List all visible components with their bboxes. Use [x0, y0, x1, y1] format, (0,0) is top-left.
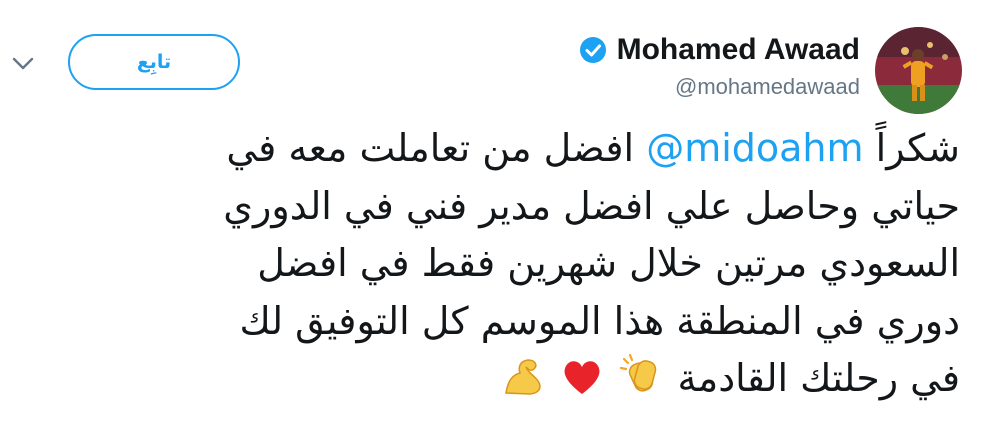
tweet-line: في رحلتك القادمة: [30, 350, 960, 408]
follow-button-label: تابِع: [136, 51, 172, 73]
chevron-down-icon[interactable]: [8, 48, 38, 78]
tweet-line: السعودي مرتين خلال شهرين فقط في افضل: [257, 241, 960, 285]
tweet-text-segment: افضل من تعاملت معه في: [226, 126, 635, 170]
avatar[interactable]: [875, 27, 962, 114]
tweet-text-segment: في رحلتك القادمة: [677, 356, 961, 400]
red-heart-icon: [564, 361, 600, 394]
avatar-photo: [875, 27, 962, 114]
verified-badge-icon: [579, 37, 606, 63]
tweet-card: تابِع Mohamed Awaad @mohamedawaad شكراً …: [0, 0, 1000, 423]
profile-name-row[interactable]: Mohamed Awaad: [579, 30, 860, 70]
clapping-hands-icon: [620, 353, 657, 392]
tweet-text-segment: شكراً: [875, 126, 960, 170]
tweet-line: شكراً @midoahm افضل من تعاملت معه في: [30, 120, 960, 178]
tweet-line: حياتي وحاصل علي افضل مدير فني في الدوري: [223, 183, 960, 228]
display-name: Mohamed Awaad: [616, 33, 860, 66]
flexed-biceps-icon: [505, 359, 541, 395]
mention-link[interactable]: @midoahm: [646, 126, 863, 170]
tweet-line: دوري في المنطقة هذا الموسم كل التوفيق لك: [239, 298, 960, 343]
user-handle[interactable]: @mohamedawaad: [675, 74, 860, 100]
follow-button[interactable]: تابِع: [68, 34, 240, 90]
tweet-text: شكراً @midoahm افضل من تعاملت معه في حيا…: [30, 120, 960, 408]
